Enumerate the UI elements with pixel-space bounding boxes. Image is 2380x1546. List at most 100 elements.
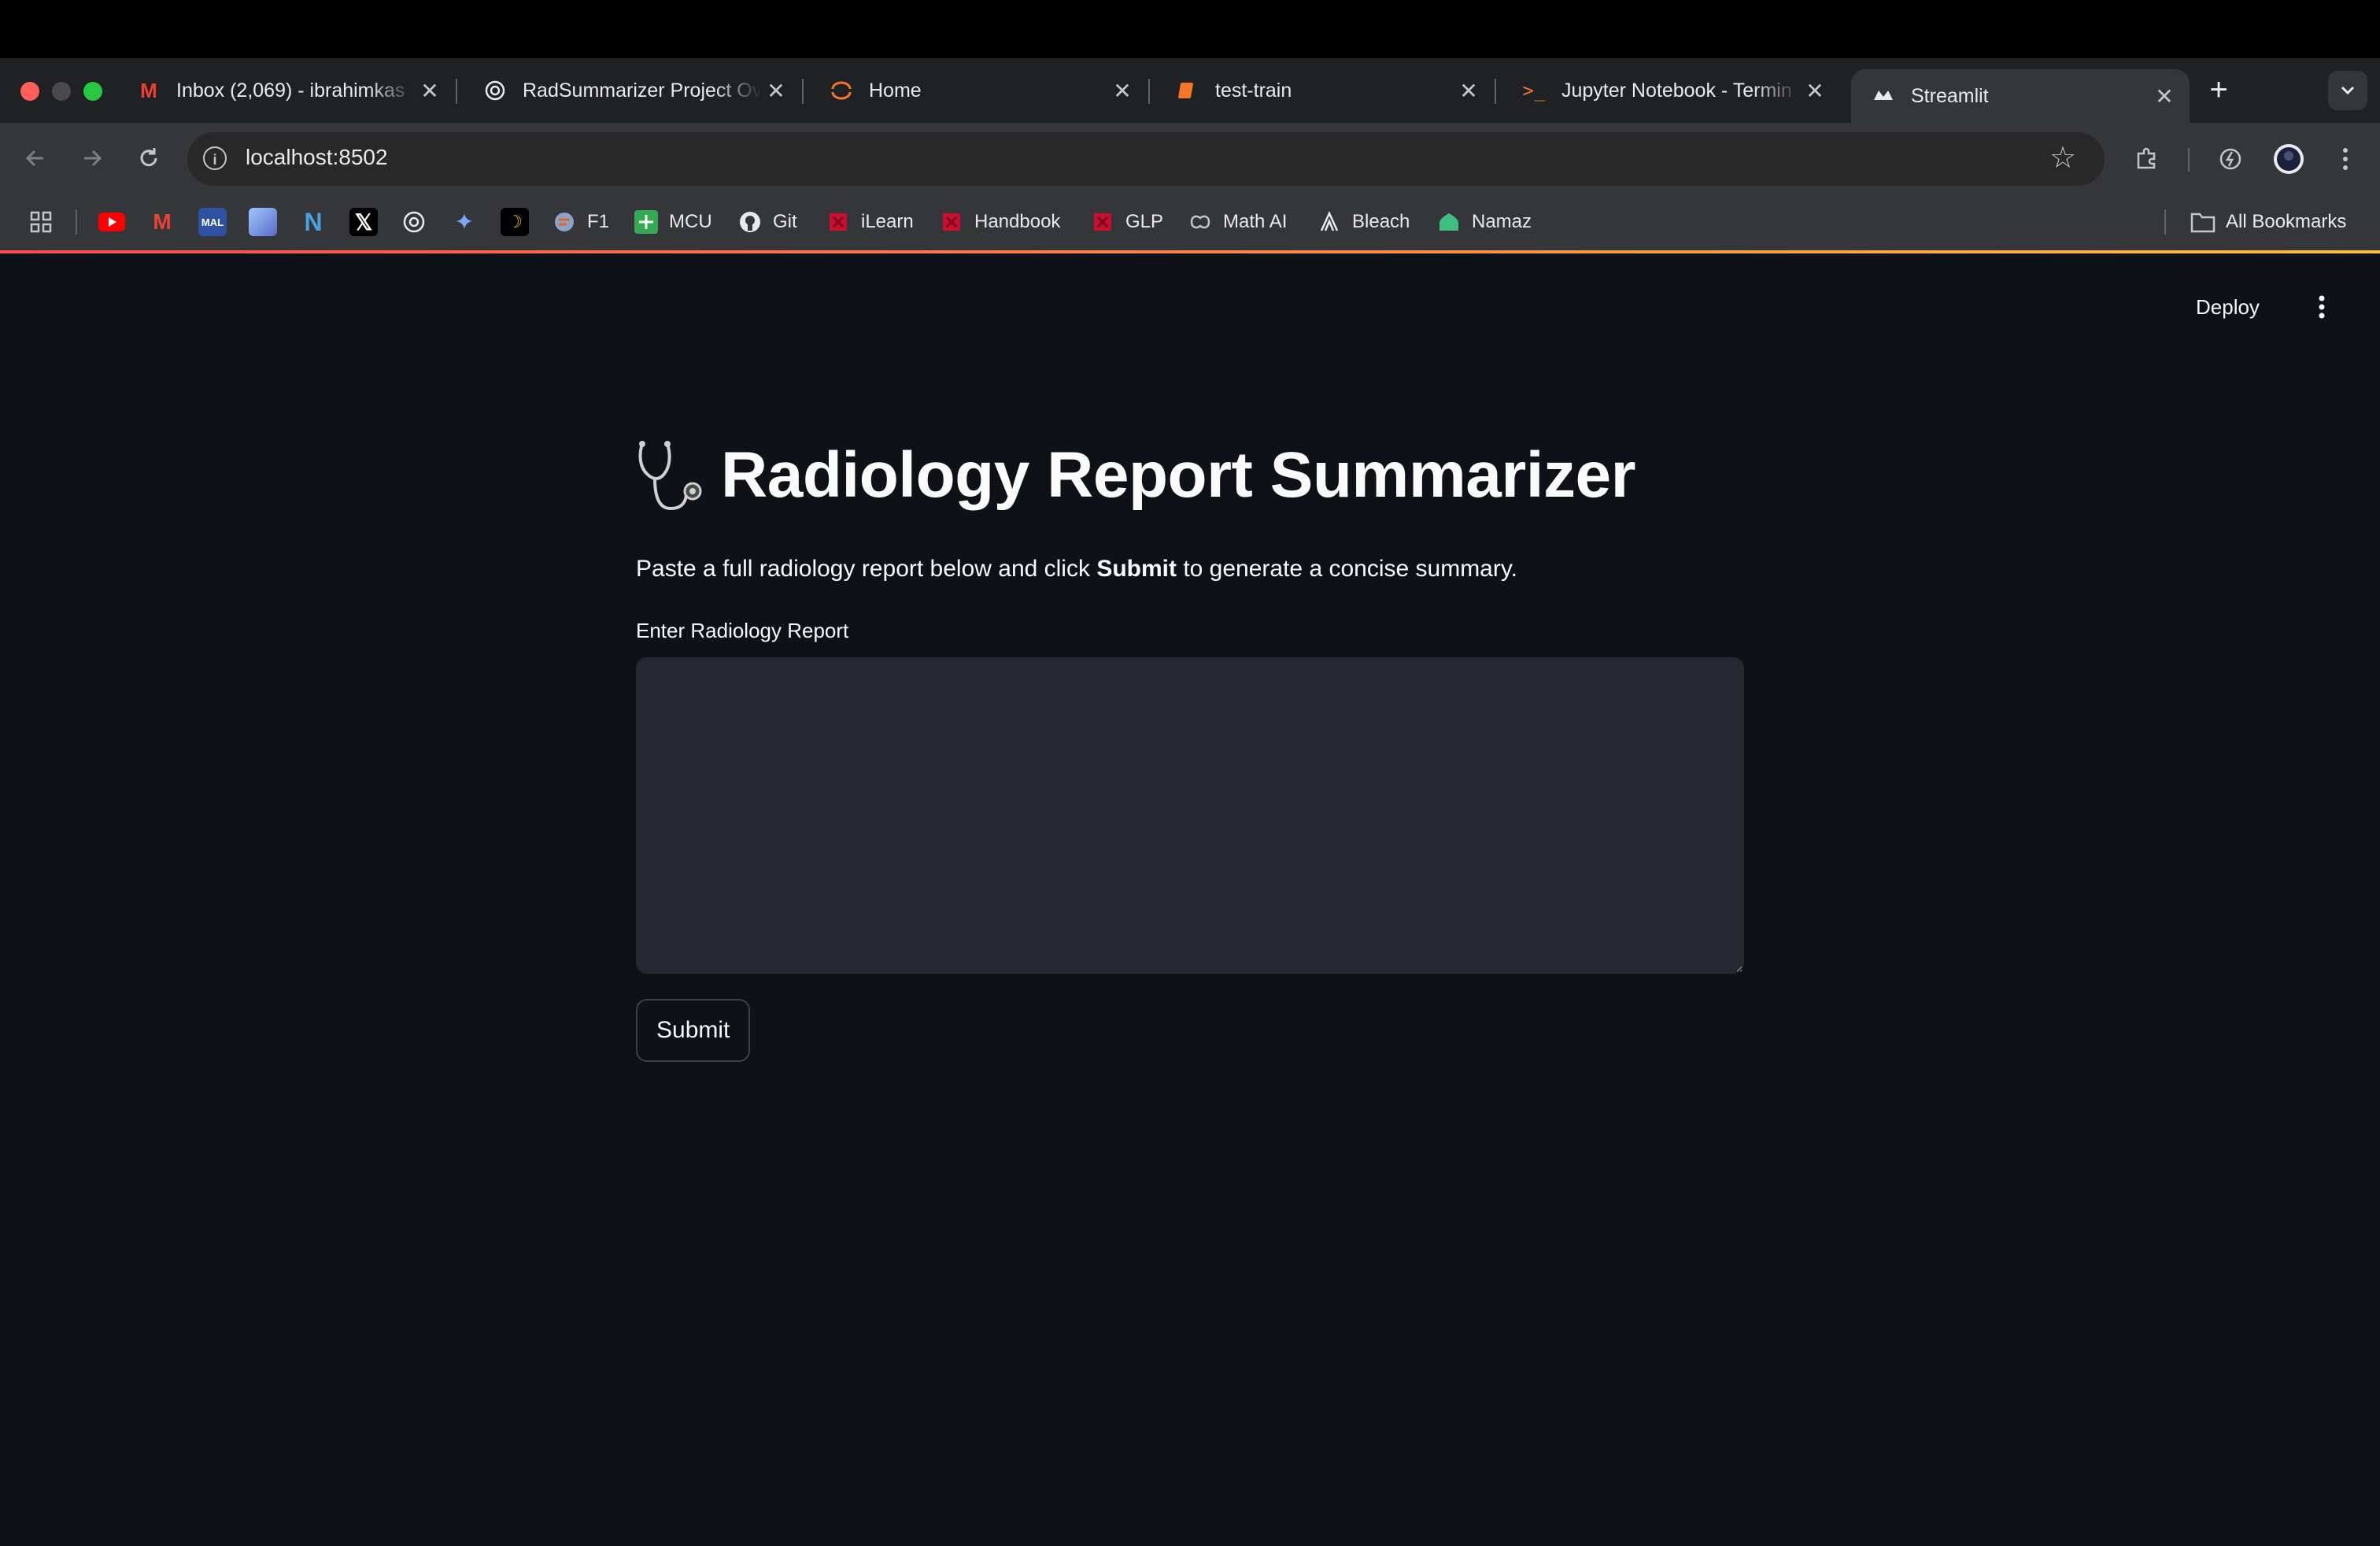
report-input-label: Enter Radiology Report	[636, 619, 849, 642]
address-bar[interactable]	[187, 132, 2105, 186]
bookmark-glp[interactable]: GLP	[1089, 206, 1163, 238]
myanimelist-icon[interactable]: MAL	[198, 208, 227, 236]
tab-title: Inbox (2,069) - ibrahimkas	[176, 79, 405, 102]
kebab-icon	[2319, 295, 2325, 319]
gmail-icon[interactable]: M	[148, 208, 176, 236]
f1-icon	[551, 209, 578, 235]
app-menu-button[interactable]	[2306, 291, 2338, 323]
tab-close-button[interactable]: ✕	[416, 78, 444, 104]
streamlit-icon	[1872, 84, 1895, 108]
namaz-icon	[1436, 209, 1462, 235]
tab-close-button[interactable]: ✕	[1454, 78, 1483, 104]
mcu-icon	[633, 209, 660, 235]
os-top-bar	[0, 0, 2380, 58]
jupyter-icon	[830, 79, 853, 102]
deploy-button[interactable]: Deploy	[2196, 291, 2260, 323]
handbook-icon	[938, 209, 965, 235]
bookmark-bleach[interactable]: Bleach	[1316, 206, 1410, 238]
openai-icon	[483, 79, 507, 102]
tab-close-button[interactable]: ✕	[1801, 78, 1829, 104]
gemini-icon[interactable]: ✦	[450, 208, 479, 236]
bookmark-label: F1	[587, 211, 610, 232]
folder-icon	[2190, 209, 2216, 235]
bookmark-handbook[interactable]: Handbook	[938, 206, 1060, 238]
bookmark-label: Git	[773, 211, 797, 232]
tab-separator	[1148, 79, 1150, 104]
reload-button[interactable]	[129, 139, 168, 178]
math-ai-icon	[1187, 209, 1214, 235]
extensions-icon[interactable]	[2130, 142, 2164, 176]
tab-title: RadSummarizer Project Ov	[523, 79, 762, 102]
tab-streamlit[interactable]: Streamlit ✕	[1851, 69, 2190, 123]
bookmark-mcu[interactable]: MCU	[633, 206, 712, 238]
bookmark-star-icon[interactable]: ☆	[2049, 140, 2076, 176]
moon-icon[interactable]: ☽	[501, 208, 529, 236]
terminal-icon: >_	[1522, 80, 1546, 102]
bookmark-label: iLearn	[861, 211, 914, 232]
tab-home[interactable]: Home ✕	[809, 69, 1150, 112]
bookmark-git[interactable]: Git	[737, 206, 797, 238]
chevron-down-icon	[2341, 86, 2355, 95]
window-close-button[interactable]	[20, 82, 39, 101]
glp-icon	[1089, 209, 1116, 235]
report-textarea[interactable]	[636, 657, 1744, 974]
all-bookmarks-button[interactable]: All Bookmarks	[2190, 206, 2346, 238]
notion-style-icon[interactable]: N	[299, 208, 327, 236]
bleach-icon	[1316, 209, 1343, 235]
tab-search-button[interactable]	[2328, 71, 2367, 110]
submit-button[interactable]: Submit	[636, 999, 751, 1062]
arrow-left-icon	[25, 150, 43, 167]
arrow-right-icon	[84, 150, 102, 167]
tab-jupyter-terminal[interactable]: >_ Jupyter Notebook - Termin ✕	[1502, 69, 1840, 112]
page-title: Radiology Report Summarizer	[721, 439, 1636, 511]
notebook-icon	[1176, 79, 1199, 102]
new-tab-button[interactable]: +	[2201, 72, 2237, 109]
bookmarks-divider	[76, 209, 77, 235]
description-text: Paste a full radiology report below and …	[636, 556, 1097, 582]
address-url[interactable]: localhost:8502	[246, 145, 388, 170]
openai-icon[interactable]	[400, 208, 428, 236]
page-description: Paste a full radiology report below and …	[636, 553, 1744, 586]
tab-close-button[interactable]: ✕	[1108, 78, 1136, 104]
bookmark-namaz[interactable]: Namaz	[1436, 206, 1532, 238]
bookmark-label: Bleach	[1352, 211, 1410, 232]
tab-close-button[interactable]: ✕	[762, 78, 790, 104]
toolbar-divider	[2188, 148, 2190, 172]
tab-gmail[interactable]: M Inbox (2,069) - ibrahimkas ✕	[116, 69, 457, 112]
performance-icon[interactable]	[2213, 142, 2248, 176]
tab-separator	[456, 79, 457, 104]
description-bold: Submit	[1096, 556, 1177, 582]
bookmarks-divider	[2164, 209, 2166, 235]
window-zoom-button[interactable]	[83, 82, 102, 101]
tab-separator	[802, 79, 804, 104]
tab-close-button[interactable]: ✕	[2150, 83, 2179, 109]
tab-title: Streamlit	[1911, 84, 1989, 107]
bookmark-label: Namaz	[1472, 211, 1532, 232]
tab-title: Home	[869, 79, 922, 102]
description-text: to generate a concise summary.	[1176, 556, 1517, 582]
apps-grid-icon[interactable]	[27, 208, 55, 236]
bookmark-math-ai[interactable]: Math AI	[1187, 206, 1287, 238]
streamlit-decoration-bar	[0, 250, 2380, 253]
x-icon[interactable]: 𝕏	[349, 208, 378, 236]
profile-avatar[interactable]	[2271, 142, 2306, 176]
browser-menu-icon[interactable]	[2328, 142, 2363, 176]
bookmark-label: MCU	[669, 211, 712, 232]
image-bookmark-icon[interactable]	[249, 208, 277, 236]
bookmark-label: All Bookmarks	[2226, 211, 2347, 232]
bookmark-ilearn[interactable]: iLearn	[825, 206, 914, 238]
forward-button[interactable]	[72, 139, 112, 178]
tab-separator	[1495, 79, 1496, 104]
site-info-icon[interactable]: i	[203, 146, 227, 170]
window-minimize-button[interactable]	[52, 82, 71, 101]
tab-test-train[interactable]: test-train ✕	[1155, 69, 1496, 112]
gmail-icon: M	[140, 78, 157, 102]
main-content: Radiology Report Summarizer Paste a full…	[636, 409, 1744, 1062]
youtube-icon[interactable]	[98, 208, 126, 236]
bookmark-label: Handbook	[974, 211, 1061, 232]
tab-radsummarizer[interactable]: RadSummarizer Project Ov ✕	[463, 69, 804, 112]
bookmark-label: Math AI	[1223, 211, 1288, 232]
back-button[interactable]	[16, 139, 55, 178]
tab-title: Jupyter Notebook - Termin	[1561, 79, 1792, 102]
bookmark-f1[interactable]: F1	[551, 206, 609, 238]
